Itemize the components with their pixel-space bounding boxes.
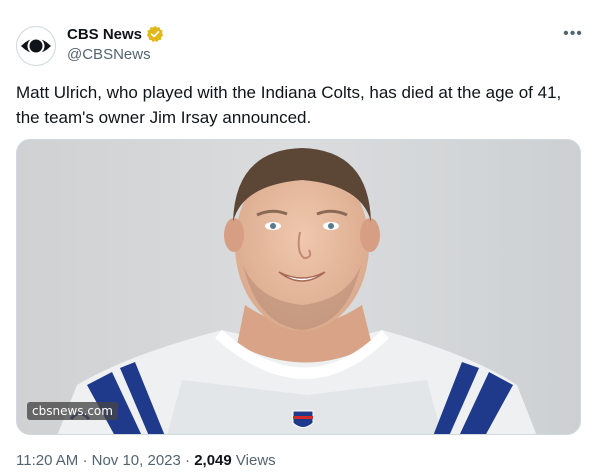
- tweet-time-link[interactable]: 11:20 AM: [16, 452, 78, 469]
- meta-separator: ·: [185, 452, 191, 469]
- more-options-icon[interactable]: •••: [563, 24, 583, 44]
- gold-verified-badge-icon[interactable]: [146, 25, 164, 43]
- tweet-metadata: 11:20 AM · Nov 10, 2023 · 2,049 Views: [16, 452, 276, 469]
- player-portrait-image: [17, 140, 580, 434]
- views-count: 2,049: [194, 452, 232, 469]
- author-handle[interactable]: @CBSNews: [67, 46, 164, 63]
- views-label: Views: [235, 452, 276, 469]
- avatar[interactable]: [16, 26, 56, 66]
- author-block: CBS News @CBSNews: [67, 24, 164, 63]
- tweet-date-link[interactable]: Nov 10, 2023: [92, 452, 181, 469]
- tweet-media-image[interactable]: cbsnews.com: [16, 139, 581, 435]
- author-name[interactable]: CBS News: [67, 26, 142, 43]
- cbs-eye-logo-icon: [21, 37, 51, 55]
- tweet: CBS News @CBSNews ••• Matt Ulrich, who p…: [0, 0, 605, 472]
- author-name-row: CBS News: [67, 24, 164, 44]
- meta-separator: ·: [82, 452, 88, 469]
- media-watermark: cbsnews.com: [27, 402, 118, 420]
- tweet-text: Matt Ulrich, who played with the Indiana…: [16, 83, 562, 127]
